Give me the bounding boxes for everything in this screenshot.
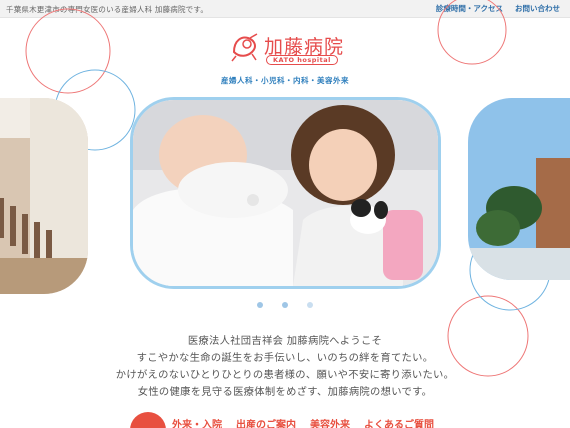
nav-bubble-icon (130, 412, 166, 428)
greeting-line-3: かけがえのないひとりひとりの患者様の、願いや不安に寄り添いたい。 (115, 369, 455, 381)
slider-dot-2[interactable] (282, 302, 288, 308)
hospital-logo[interactable]: 加藤病院 KATO hospital (228, 30, 348, 70)
top-links: 診療時間・アクセス お問い合わせ (436, 3, 560, 14)
hero-slide[interactable] (130, 97, 441, 289)
slide-prev-image[interactable] (0, 98, 88, 294)
stork-logo-icon (231, 33, 258, 62)
hero-photo (133, 100, 438, 286)
slider-pagination (0, 302, 570, 308)
corridor-photo (0, 98, 88, 294)
nav-beauty[interactable]: 美容外来 (310, 416, 350, 428)
site-tagline: 千葉県木更津市の専門女医のいる産婦人科 加藤病院です。 (6, 5, 209, 14)
contact-link[interactable]: お問い合わせ (515, 3, 560, 14)
nav-outpatient[interactable]: 外来・入院 (172, 416, 222, 428)
greeting-line-4: 女性の健康を見守る医療体制をめざす、加藤病院の想いです。 (137, 386, 433, 398)
slider-dot-1[interactable] (257, 302, 263, 308)
bottom-nav: 外来・入院 出産のご案内 美容外来 よくあるご質問 (130, 412, 570, 428)
hospital-name-en: KATO hospital (266, 55, 338, 65)
top-bar: 千葉県木更津市の専門女医のいる産婦人科 加藤病院です。 診療時間・アクセス お問… (0, 0, 570, 18)
greeting-line-1: 医療法人社団吉祥会 加藤病院へようこそ (187, 335, 383, 347)
slide-next-image[interactable] (468, 98, 570, 280)
garden-photo (468, 98, 570, 280)
nav-faq[interactable]: よくあるご質問 (364, 416, 434, 428)
slider-dot-3[interactable] (307, 302, 313, 308)
department-list: 産婦人科・小児科・内科・美容外来 (221, 76, 349, 85)
welcome-message: 医療法人社団吉祥会 加藤病院へようこそ すこやかな生命の誕生をお手伝いし、いのち… (0, 333, 570, 401)
access-link[interactable]: 診療時間・アクセス (436, 3, 503, 14)
greeting-line-2: すこやかな生命の誕生をお手伝いし、いのちの絆を育てたい。 (136, 352, 434, 364)
nav-birth[interactable]: 出産のご案内 (236, 416, 296, 428)
